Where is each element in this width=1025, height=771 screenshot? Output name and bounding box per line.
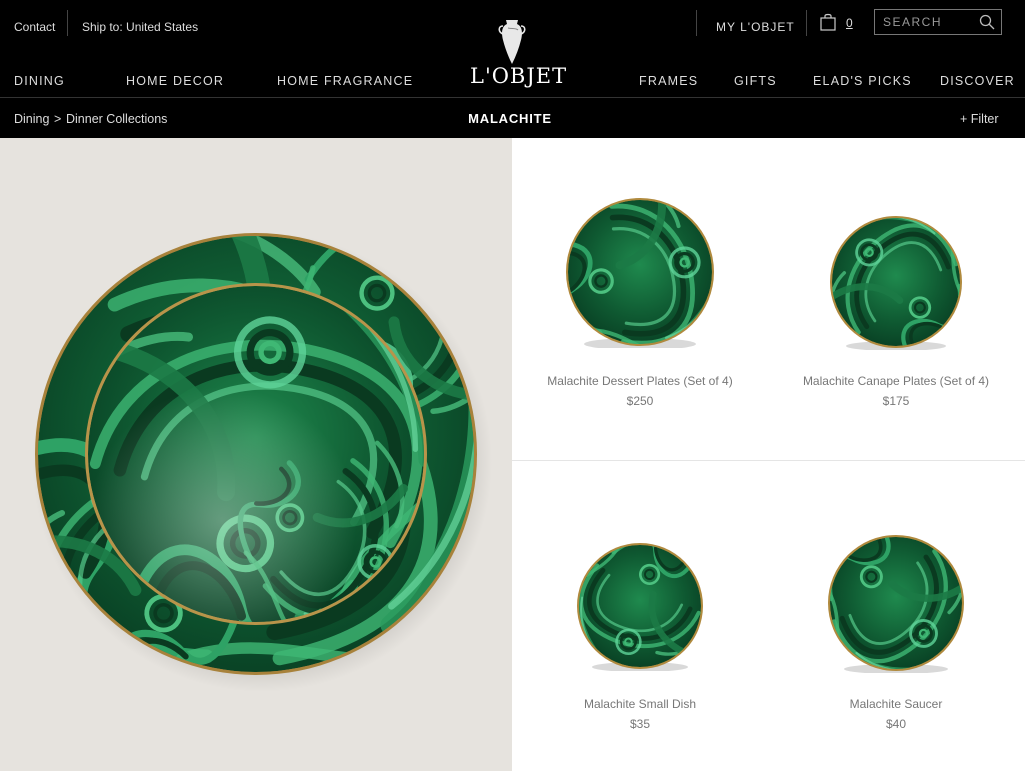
search-icon[interactable] — [979, 14, 995, 30]
divider — [67, 10, 68, 36]
nav-dining[interactable]: DINING — [14, 74, 65, 88]
ship-to-selector[interactable]: Ship to: United States — [82, 20, 198, 34]
nav-home-decor[interactable]: HOME DECOR — [126, 74, 224, 88]
cart-button[interactable] — [819, 13, 837, 36]
hero-image — [0, 138, 512, 771]
product-image[interactable] — [564, 196, 716, 348]
filter-button[interactable]: + Filter — [960, 112, 999, 126]
product-name[interactable]: Malachite Saucer — [768, 697, 1024, 711]
product-image[interactable] — [826, 214, 966, 350]
breadcrumb-dinner-collections[interactable]: Dinner Collections — [66, 112, 167, 126]
product-image[interactable] — [574, 541, 706, 671]
product-image[interactable] — [824, 533, 968, 673]
divider — [696, 10, 697, 36]
product-card[interactable]: Malachite Saucer $40 — [768, 461, 1024, 771]
product-price: $35 — [629, 717, 651, 731]
brand-logo-text[interactable]: L'OBJET — [470, 64, 566, 88]
nav-gifts[interactable]: GIFTS — [734, 74, 777, 88]
nav-elads-picks[interactable]: ELAD'S PICKS — [813, 74, 912, 88]
cart-count[interactable]: 0 — [846, 16, 853, 30]
divider — [806, 10, 807, 36]
nav-discover[interactable]: DISCOVER — [940, 74, 1015, 88]
product-card[interactable]: Malachite Canape Plates (Set of 4) $175 — [768, 138, 1024, 460]
product-name[interactable]: Malachite Canape Plates (Set of 4) — [768, 374, 1024, 388]
search-input[interactable] — [883, 15, 973, 29]
product-name[interactable]: Malachite Small Dish — [512, 697, 768, 711]
page-title: MALACHITE — [468, 111, 552, 126]
product-price: $175 — [882, 394, 910, 408]
shopping-bag-icon — [820, 13, 836, 31]
nav-frames[interactable]: FRAMES — [639, 74, 698, 88]
search-box[interactable] — [874, 9, 1002, 35]
product-price: $250 — [626, 394, 654, 408]
contact-link[interactable]: Contact — [14, 20, 55, 34]
account-link[interactable]: MY L'OBJET — [716, 20, 795, 34]
product-name[interactable]: Malachite Dessert Plates (Set of 4) — [512, 374, 768, 388]
site-header: Contact Ship to: United States L'OBJET M… — [0, 0, 1025, 138]
divider — [0, 97, 1025, 98]
product-price: $40 — [885, 717, 907, 731]
breadcrumb-dining[interactable]: Dining — [14, 112, 49, 126]
breadcrumb-separator: > — [54, 112, 62, 126]
product-card[interactable]: Malachite Dessert Plates (Set of 4) $250 — [512, 138, 768, 460]
nav-home-fragrance[interactable]: HOME FRAGRANCE — [277, 74, 413, 88]
product-card[interactable]: Malachite Small Dish $35 — [512, 461, 768, 771]
urn-logo-icon[interactable] — [494, 18, 530, 66]
